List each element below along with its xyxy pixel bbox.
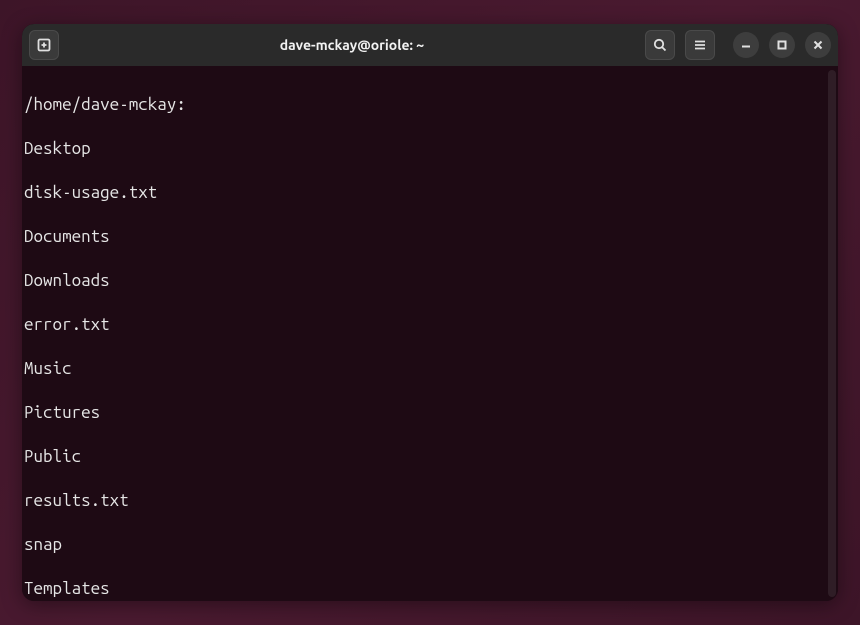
terminal-line: Documents [24, 226, 836, 248]
terminal-body[interactable]: /home/dave-mckay: Desktop disk-usage.txt… [22, 66, 838, 601]
minimize-button[interactable] [733, 32, 759, 58]
terminal-line: snap [24, 534, 836, 556]
search-icon [652, 37, 668, 53]
titlebar-left [29, 30, 59, 60]
terminal-window: dave-mckay@oriole: ~ [22, 24, 838, 601]
terminal-line: error.txt [24, 314, 836, 336]
terminal-line: /home/dave-mckay: [24, 94, 836, 116]
scrollbar[interactable] [828, 70, 836, 597]
window-controls [733, 32, 831, 58]
new-tab-button[interactable] [29, 30, 59, 60]
terminal-line: Desktop [24, 138, 836, 160]
terminal-line: Public [24, 446, 836, 468]
window-title: dave-mckay@oriole: ~ [69, 37, 635, 53]
hamburger-icon [692, 37, 708, 53]
minimize-icon [741, 40, 751, 50]
maximize-button[interactable] [769, 32, 795, 58]
terminal-line: Templates [24, 578, 836, 600]
new-tab-icon [36, 37, 52, 53]
titlebar: dave-mckay@oriole: ~ [22, 24, 838, 66]
maximize-icon [777, 40, 787, 50]
terminal-line: Downloads [24, 270, 836, 292]
menu-button[interactable] [685, 30, 715, 60]
terminal-line: results.txt [24, 490, 836, 512]
terminal-line: Pictures [24, 402, 836, 424]
search-button[interactable] [645, 30, 675, 60]
terminal-line: disk-usage.txt [24, 182, 836, 204]
close-button[interactable] [805, 32, 831, 58]
terminal-line: Music [24, 358, 836, 380]
close-icon [813, 40, 823, 50]
titlebar-right [645, 30, 831, 60]
